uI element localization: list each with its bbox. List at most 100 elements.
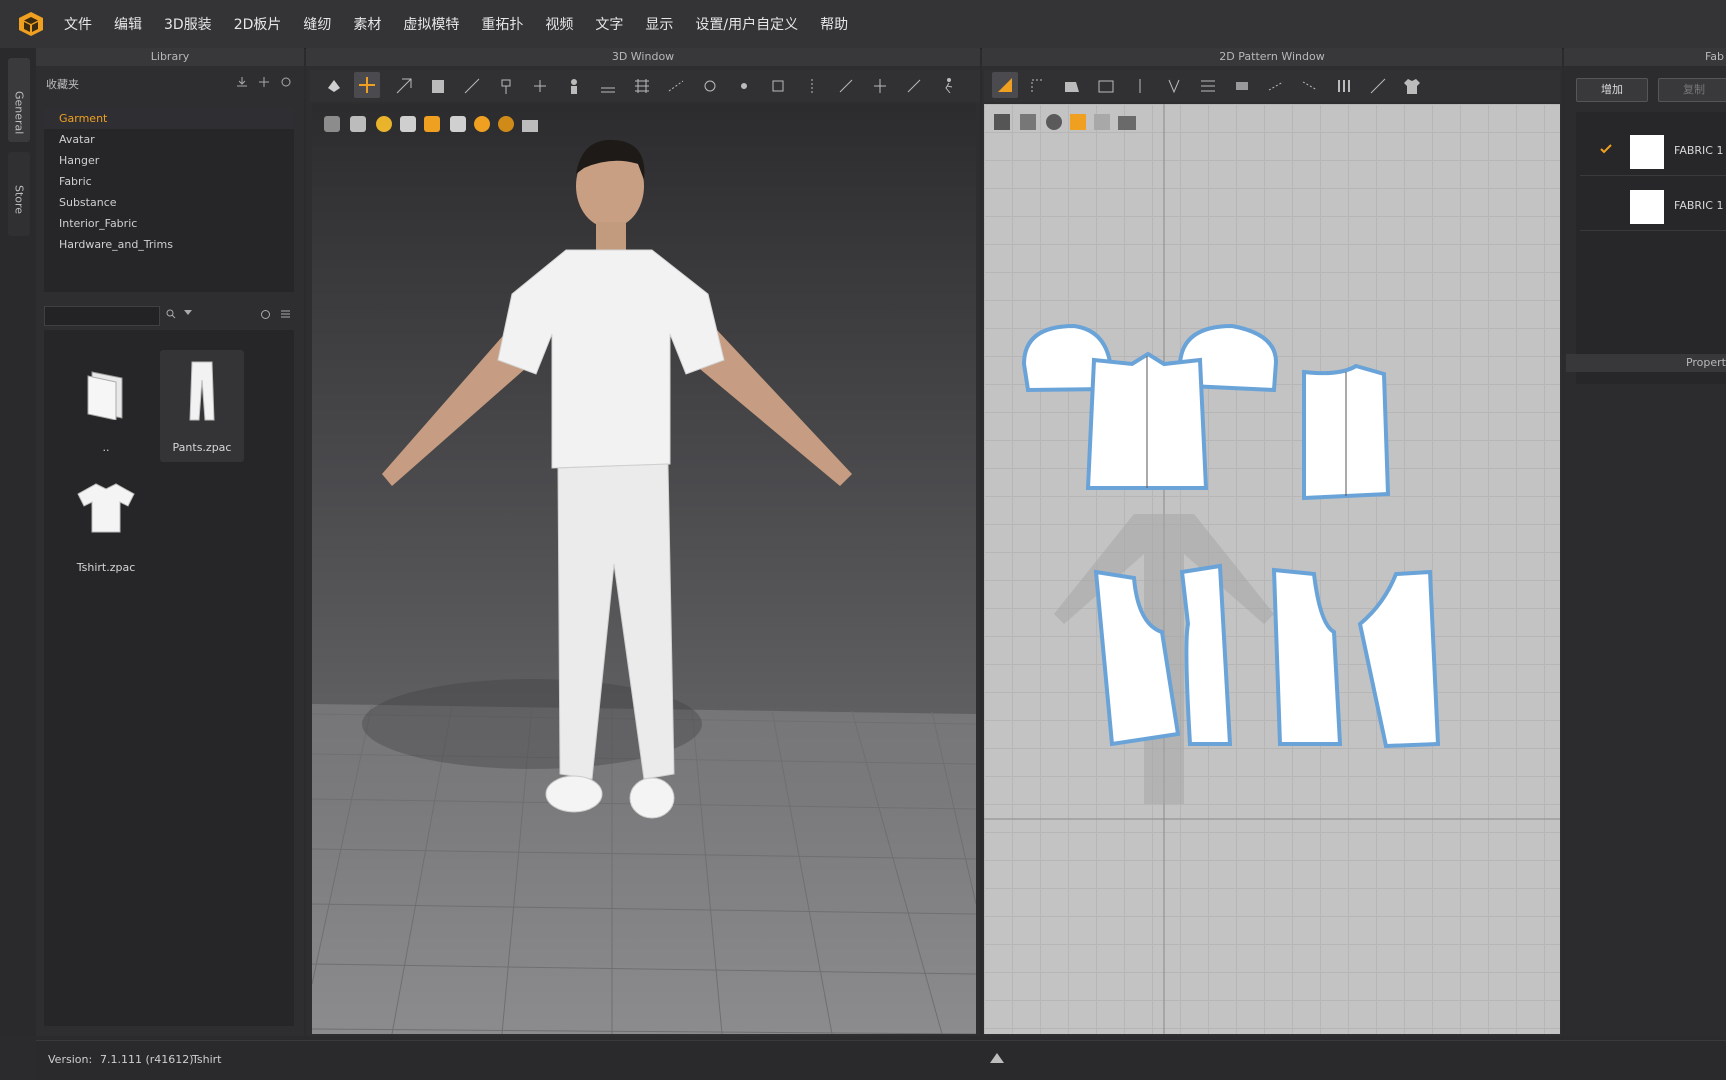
tree-item-hanger[interactable]: Hanger xyxy=(44,150,294,171)
chevron-down-icon[interactable] xyxy=(184,310,192,316)
fabric-row-2[interactable]: FABRIC 1 xyxy=(1580,180,1726,231)
sun-view-icon[interactable] xyxy=(376,116,392,132)
fabric-row-1[interactable]: FABRIC 1 xyxy=(1580,125,1726,176)
refresh-icon[interactable] xyxy=(280,76,292,88)
tree-item-substance[interactable]: Substance xyxy=(44,192,294,213)
library-search-input[interactable] xyxy=(44,306,160,326)
favorites-label: 收藏夹 xyxy=(46,78,79,91)
menu-file[interactable]: 文件 xyxy=(62,14,94,34)
menu-bar: 文件 编辑 3D服装 2D板片 缝纫 素材 虚拟模特 重拓扑 视频 文字 显示 … xyxy=(0,0,1726,49)
library-file-grid: .. Pants.zpac Tshirt.zpac xyxy=(44,330,294,1026)
avatar-view-icon[interactable] xyxy=(400,116,416,132)
add-icon[interactable] xyxy=(258,76,270,88)
garment-tool-icon[interactable] xyxy=(428,76,448,96)
shirt-view-icon[interactable] xyxy=(350,116,366,132)
refresh-icon[interactable] xyxy=(260,309,271,320)
avatar-model[interactable] xyxy=(352,134,872,964)
tab-general[interactable]: General xyxy=(8,58,30,142)
tab-store[interactable]: Store xyxy=(8,152,30,236)
download-icon[interactable] xyxy=(236,76,248,88)
2d-toolbar xyxy=(984,70,1560,102)
2d-pattern-viewport[interactable] xyxy=(984,104,1560,1034)
needle-tool-icon[interactable] xyxy=(904,76,924,96)
property-title: Propert xyxy=(1685,356,1726,369)
menu-materials[interactable]: 素材 xyxy=(351,14,383,34)
2d-window-header: 2D Pattern Window xyxy=(982,48,1562,66)
menu-display[interactable]: 显示 xyxy=(643,14,675,34)
split-tool-icon[interactable] xyxy=(870,76,890,96)
tab-general-label: General xyxy=(12,91,26,135)
file-tile-tshirt[interactable]: Tshirt.zpac xyxy=(64,470,148,582)
file-tile-parent[interactable]: .. xyxy=(64,350,148,462)
menu-help[interactable]: 帮助 xyxy=(818,14,850,34)
button-tool-icon[interactable] xyxy=(768,76,788,96)
pattern-pieces[interactable] xyxy=(984,104,1560,1034)
tree-item-avatar[interactable]: Avatar xyxy=(44,129,294,150)
point-tool-icon[interactable] xyxy=(734,76,754,96)
select-tool-icon[interactable] xyxy=(324,76,344,96)
rectangle-icon[interactable] xyxy=(1096,76,1116,96)
file-name: .. xyxy=(102,441,110,454)
menu-sewing[interactable]: 缝纫 xyxy=(301,14,333,34)
pattern-pant-back-right xyxy=(1357,569,1441,749)
arrange-tool-icon[interactable] xyxy=(530,76,550,96)
line-tool-icon[interactable] xyxy=(462,76,482,96)
fabric-view-icon[interactable] xyxy=(424,116,440,132)
library-header: Library xyxy=(36,48,304,66)
menu-text[interactable]: 文字 xyxy=(593,14,625,34)
transform-pattern-button[interactable] xyxy=(992,72,1018,98)
fold-tool-icon[interactable] xyxy=(394,76,414,96)
menu-video[interactable]: 视频 xyxy=(543,14,575,34)
trim-tool-icon[interactable] xyxy=(836,76,856,96)
file-tile-pants[interactable]: Pants.zpac xyxy=(160,350,244,462)
ruler-icon[interactable] xyxy=(1368,76,1388,96)
segment-sew-icon[interactable] xyxy=(1266,76,1286,96)
status-bar: Version: 7.1.111 (r41612) Tshirt xyxy=(36,1040,1726,1080)
right-panel-title: Fab xyxy=(1704,50,1724,63)
app-logo-icon[interactable] xyxy=(18,11,44,37)
3d-viewport[interactable] xyxy=(312,104,976,1034)
grid-tool-icon[interactable] xyxy=(632,76,652,96)
list-view-icon[interactable] xyxy=(280,309,291,320)
measure-tool-icon[interactable] xyxy=(598,76,618,96)
property-header: Propert xyxy=(1566,354,1726,372)
move-tool-icon xyxy=(359,77,375,93)
globe-view-icon[interactable] xyxy=(498,116,514,132)
polygon-icon[interactable] xyxy=(1062,76,1082,96)
free-sew-icon[interactable] xyxy=(1300,76,1320,96)
grading-icon[interactable] xyxy=(1198,76,1218,96)
menu-settings[interactable]: 设置/用户自定义 xyxy=(693,14,800,34)
menu-edit[interactable]: 编辑 xyxy=(112,14,144,34)
menu-3d-garment[interactable]: 3D服装 xyxy=(162,14,214,34)
shirt-icon[interactable] xyxy=(1402,76,1422,96)
expand-up-icon[interactable] xyxy=(990,1053,1004,1063)
menu-2d-pattern[interactable]: 2D板片 xyxy=(232,14,284,34)
copy-fabric-button[interactable]: 复制 xyxy=(1658,78,1726,102)
texture-view-icon[interactable] xyxy=(324,116,340,132)
add-fabric-button[interactable]: 增加 xyxy=(1576,78,1648,102)
tree-item-hardware[interactable]: Hardware_and_Trims xyxy=(44,234,294,255)
fabric-swatch xyxy=(1630,135,1664,169)
measure-view-icon[interactable] xyxy=(450,116,466,132)
tree-item-garment[interactable]: Garment xyxy=(44,108,294,129)
transform-pattern-icon xyxy=(998,78,1012,92)
skin-view-icon[interactable] xyxy=(474,116,490,132)
sew-tool-icon[interactable] xyxy=(666,76,686,96)
menu-avatar[interactable]: 虚拟模特 xyxy=(401,14,461,34)
avatar-tool-icon[interactable] xyxy=(564,76,584,96)
edit-point-icon[interactable] xyxy=(1028,76,1048,96)
tree-item-fabric[interactable]: Fabric xyxy=(44,171,294,192)
walk-tool-icon[interactable] xyxy=(938,76,958,96)
internal-line-icon[interactable] xyxy=(1130,76,1150,96)
move-tool-button[interactable] xyxy=(354,72,380,98)
tree-item-interior-fabric[interactable]: Interior_Fabric xyxy=(44,213,294,234)
bars-icon[interactable] xyxy=(1334,76,1354,96)
texture-edit-icon[interactable] xyxy=(1232,76,1252,96)
menu-retopology[interactable]: 重拓扑 xyxy=(479,14,525,34)
pin-tool-icon[interactable] xyxy=(496,76,516,96)
dart-icon[interactable] xyxy=(1164,76,1184,96)
zipper-tool-icon[interactable] xyxy=(802,76,822,96)
search-icon[interactable] xyxy=(166,309,176,319)
export-view-icon[interactable] xyxy=(522,120,538,132)
tack-tool-icon[interactable] xyxy=(700,76,720,96)
